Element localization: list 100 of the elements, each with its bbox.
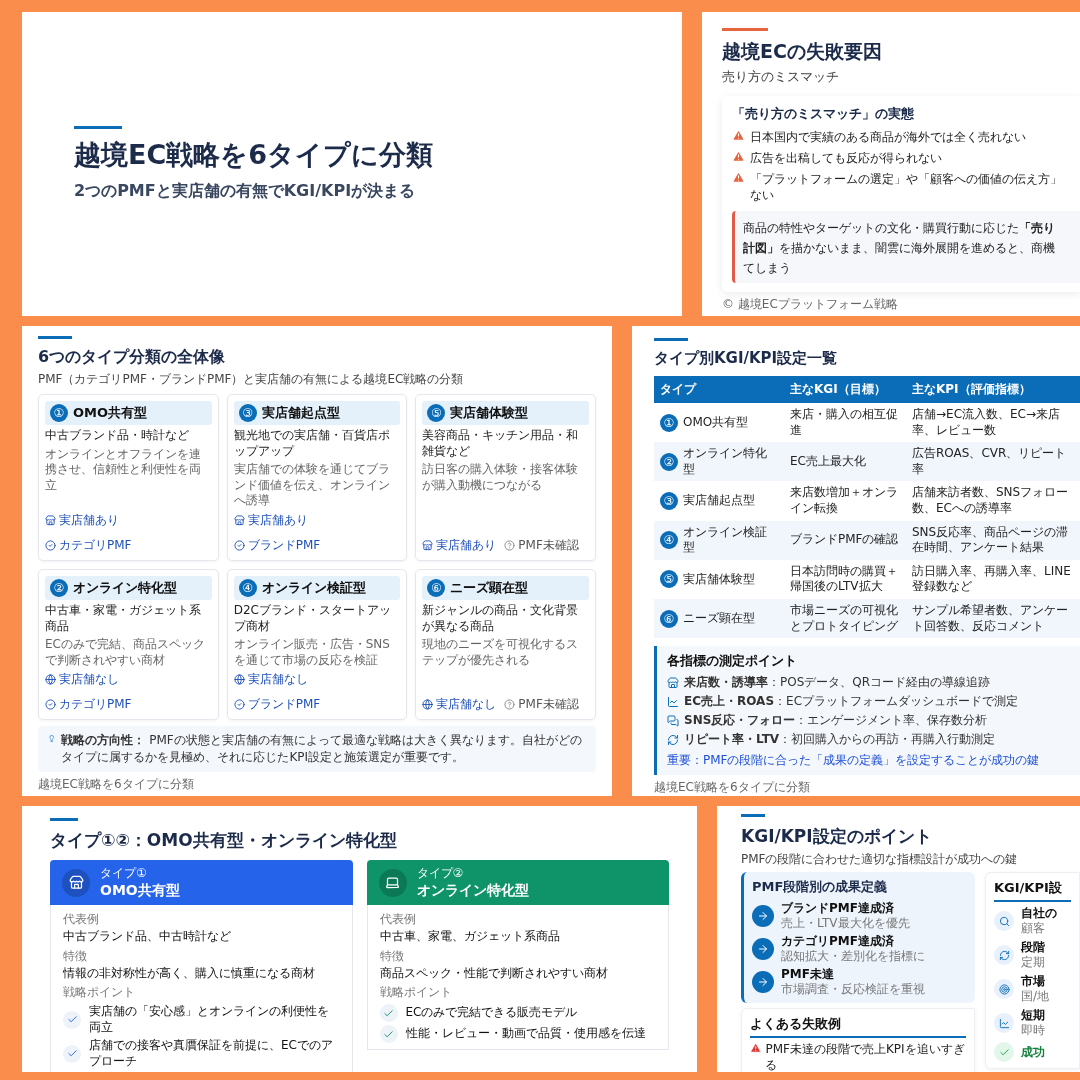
- measure-point: リピート率・LTV：初回購入からの再訪・再購入行動測定: [684, 731, 996, 749]
- tag-label: 実店舗あり: [247, 511, 308, 529]
- store-icon: [68, 875, 84, 890]
- type-label: タイプ①: [100, 865, 148, 882]
- accent-bar: [722, 28, 768, 31]
- table-cell-text: 店舗→EC流入数、EC→来店率、レビュー数: [911, 406, 1062, 439]
- item-title: 段階: [1021, 940, 1045, 955]
- section-text: 商品スペック・性能で判断されやすい商材: [379, 965, 609, 982]
- table-cell-text: EC売上最大化: [789, 453, 867, 470]
- point-text: 実店舗の「安心感」とオンラインの利便性を両立: [89, 1004, 330, 1036]
- table-cell-text: サンプル希望者数、アンケート回答数、反応コメント: [911, 601, 1069, 635]
- check-circle-icon: [233, 539, 245, 551]
- measure-point: EC売上・ROAS：ECプラットフォームダッシュボードで測定: [684, 693, 1019, 711]
- description-text: 実店舗での体験を通じてブランド価値を伝え、オンラインへ誘導: [233, 462, 391, 509]
- point-text: ECのみで完結できる販売モデル: [405, 1005, 578, 1021]
- refresh-icon: [667, 733, 679, 746]
- check-icon: [379, 1004, 398, 1023]
- tag-label: ブランドPMF: [247, 696, 321, 714]
- number-badge: ⑥: [427, 578, 446, 597]
- number-badge: ④: [238, 578, 257, 597]
- card-title: PMF段階別の成果定義: [752, 878, 889, 896]
- question-circle-icon: [504, 699, 516, 711]
- tag-label: 実店舗なし: [59, 671, 119, 689]
- header-cell-text: 主なKPI（評価指標）: [911, 381, 1032, 398]
- accent-bar: [50, 818, 78, 821]
- accent-bar: [74, 126, 122, 129]
- tag-label: PMF未確認: [518, 536, 579, 554]
- number-badge: ③: [660, 491, 678, 510]
- warning-text: 広告を出稿しても反応が得られない: [750, 149, 942, 167]
- slide-subtitle: 売り方のミスマッチ: [722, 68, 840, 86]
- item-note: 即時: [1021, 1023, 1045, 1038]
- table-cell-text: 来店数増加＋オンライン転換: [789, 484, 899, 517]
- description-text: 訪日客の購入体験・接客体験が購入動機につながる: [422, 462, 580, 494]
- card-title: KGI/KPI設: [994, 879, 1071, 902]
- item-note: 定期: [1021, 955, 1045, 970]
- tag-label: 実店舗なし: [436, 696, 497, 714]
- item-title: 短期: [1021, 1008, 1045, 1023]
- number-badge: ②: [660, 452, 678, 471]
- point-text: 店舗での接客や真贋保証を前提に、ECでのアプローチ: [89, 1038, 334, 1070]
- stage-name: ブランドPMF達成済: [781, 901, 895, 916]
- warning-icon: [750, 1042, 762, 1054]
- table-cell-text: 店舗来訪者数、SNSフォロー数、ECへの誘導率: [911, 484, 1070, 517]
- header-cell-text: タイプ: [659, 381, 698, 398]
- store-icon: [667, 676, 679, 689]
- description-text: オンラインとオフラインを連携させ、信頼性と利便性を両立: [45, 446, 202, 494]
- card-title: OMO共有型: [73, 404, 148, 422]
- tag-label: 実店舗なし: [247, 671, 308, 689]
- store-icon: [45, 514, 56, 526]
- type-name: 実店舗起点型: [683, 493, 755, 509]
- accent-bar: [654, 338, 688, 341]
- type-name: 実店舗体験型: [683, 571, 755, 588]
- header-cell-text: 主なKGI（目標）: [789, 381, 887, 398]
- slide-footer: © 越境ECプラットフォーム戦略: [722, 291, 1080, 313]
- warning-text: 「プラットフォームの選定」や「顧客への価値の伝え方」 ない: [750, 170, 1062, 205]
- table-cell-text: 訪日購入率、再購入率、LINE登録数など: [911, 562, 1072, 596]
- table-cell-text: 広告ROAS、CVR、リピート率: [911, 445, 1068, 478]
- section-label: 特徴: [63, 947, 88, 965]
- section-text: 情報の非対称性が高く、購入に慎重になる商材: [63, 965, 316, 982]
- card-title: OMO共有型: [100, 882, 180, 900]
- slide-title: 越境ECの失敗要因: [722, 39, 883, 64]
- type-name: ニーズ顕在型: [683, 610, 755, 627]
- item-title: 市場: [1021, 974, 1046, 989]
- stage-note: 市場調査・反応検証を重視: [781, 982, 925, 997]
- accent-bar: [38, 336, 72, 339]
- slide-footer: 越境EC戦略を6タイプに分類: [38, 771, 596, 793]
- type-label: タイプ②: [416, 865, 465, 882]
- stage-name: カテゴリPMF達成済: [781, 934, 895, 949]
- item-title: 自社の: [1021, 906, 1057, 921]
- card-title: オンライン特化型: [73, 578, 177, 597]
- type-name: オンライン特化型: [683, 446, 768, 478]
- type-name: OMO共有型: [683, 414, 749, 431]
- item-note: 国/地: [1021, 989, 1050, 1004]
- card-title: 「売り方のミスマッチ」の実態: [732, 105, 915, 123]
- table-cell-text: 来店・購入の相互促進: [789, 406, 899, 439]
- section-label: 戦略ポイント: [379, 984, 453, 1002]
- example-text: 中古車・家電・ガジェット系商品: [45, 602, 202, 635]
- table-cell-text: ブランドPMFの確認: [789, 531, 900, 549]
- number-badge: ①: [660, 413, 678, 432]
- check-circle-icon: [233, 699, 245, 711]
- card-title: オンライン検証型: [261, 578, 366, 597]
- check-icon: [379, 1025, 398, 1044]
- type-name: オンライン検証型: [683, 524, 768, 556]
- description-text: 現地のニーズを可視化するステップが優先される: [422, 637, 580, 669]
- item-title: 成功: [1021, 1044, 1045, 1060]
- slide-title: タイプ別KGI/KPI設定一覧: [654, 349, 839, 368]
- tag-label: PMF未確認: [518, 696, 579, 714]
- number-badge: ②: [50, 578, 68, 597]
- table-cell-text: SNS反応率、商品ページの滞在時間、アンケート結果: [911, 523, 1070, 557]
- number-badge: ⑥: [660, 609, 678, 628]
- table-cell-text: 日本訪問時の購買＋帰国後のLTV拡大: [789, 562, 899, 596]
- warning-text: 日本国内で実績のある商品が海外では全く売れない: [750, 129, 1026, 146]
- slide-title: タイプ①②：OMO共有型・オンライン特化型: [50, 829, 398, 852]
- section-text: 中古ブランド品、中古時計など: [63, 929, 232, 945]
- key-note: 重要：PMFの段階に合った「成果の定義」を設定することが成功の鍵: [667, 752, 1041, 770]
- card-title: オンライン特化型: [416, 882, 529, 900]
- description-text: オンライン販売・広告・SNSを通じて市場の反応を検証: [233, 637, 391, 669]
- store-icon: [233, 514, 245, 526]
- slide-title: 越境EC戦略を6タイプに分類: [74, 138, 435, 172]
- card-title: よくある失敗例: [750, 1015, 966, 1038]
- measure-point: SNS反応・フォロー：エンゲージメント率、保存数分析: [684, 712, 988, 730]
